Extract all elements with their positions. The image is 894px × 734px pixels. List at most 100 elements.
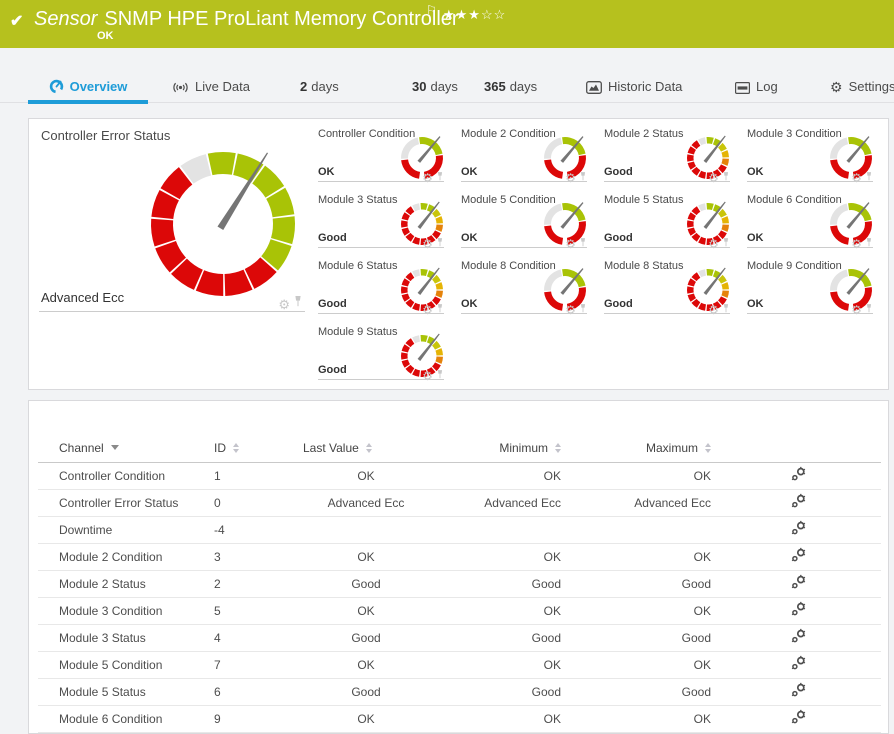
minimum-value: Good (441, 570, 566, 598)
gauge-settings-gear-icon[interactable]: ⚙ (708, 172, 719, 184)
last-value: OK (291, 462, 441, 490)
channel-table-panel: Channel ID Last Value Minimum Maximum Contro… (28, 400, 889, 734)
minimum-value: OK (441, 462, 566, 490)
cell-divider (604, 181, 730, 182)
channel-settings-icon[interactable] (790, 520, 807, 539)
maximum-value: Good (566, 678, 716, 706)
overview-gauges-panel: Controller Error Status Advanced Ecc ⚙ C… (28, 118, 889, 390)
last-value: Good (291, 624, 441, 652)
gauge-value: Good (318, 232, 347, 244)
gauge-module-3-status[interactable]: Module 3 Status Good ⚙ (311, 185, 454, 251)
gauge-settings-gear-icon[interactable]: ⚙ (708, 238, 719, 250)
channel-settings-icon[interactable] (790, 601, 807, 620)
gauge-settings-gear-icon[interactable]: ⚙ (422, 370, 433, 382)
gauge-pin-icon[interactable] (865, 301, 873, 319)
channel-settings-icon[interactable] (790, 628, 807, 647)
column-header-channel[interactable]: Channel (38, 437, 214, 463)
channel-name: Controller Condition (38, 462, 214, 490)
sort-toggle-icon (233, 442, 239, 453)
channel-settings-icon[interactable] (790, 655, 807, 674)
gauge-title: Module 8 Condition (461, 260, 556, 272)
tab-settings[interactable]: ⚙ Settings (830, 48, 894, 103)
gauge-settings-gear-icon[interactable]: ⚙ (708, 304, 719, 316)
gauge-pin-icon[interactable] (436, 367, 444, 385)
gauge-title: Module 3 Condition (747, 128, 842, 140)
column-label: Channel (59, 440, 104, 455)
priority-flag-icon[interactable]: ⚐ (426, 3, 437, 17)
gauge-title: Module 9 Condition (747, 260, 842, 272)
column-label: Maximum (645, 440, 698, 455)
channel-settings-icon[interactable] (790, 466, 807, 485)
gauge-pin-icon[interactable] (579, 301, 587, 319)
channel-name: Controller Error Status (38, 489, 214, 517)
gauge-module-5-status[interactable]: Module 5 Status Good ⚙ (597, 185, 740, 251)
column-label: ID (214, 440, 226, 455)
column-header-maximum[interactable]: Maximum (566, 437, 716, 463)
gauge-needle (417, 201, 440, 229)
last-value: OK (291, 597, 441, 625)
gauge-settings-gear-icon[interactable]: ⚙ (851, 172, 862, 184)
channel-name: Module 2 Status (38, 570, 214, 598)
gauge-module-2-condition[interactable]: Module 2 Condition OK ⚙ (454, 119, 597, 185)
cell-divider (747, 247, 873, 248)
channel-settings-icon[interactable] (790, 574, 807, 593)
table-row-downtime: Downtime -4 (38, 516, 881, 544)
gauge-settings-gear-icon[interactable]: ⚙ (565, 238, 576, 250)
gauge-module-2-status[interactable]: Module 2 Status Good ⚙ (597, 119, 740, 185)
gauge-settings-gear-icon[interactable]: ⚙ (565, 172, 576, 184)
gauge-settings-gear-icon[interactable]: ⚙ (851, 238, 862, 250)
channel-settings-icon[interactable] (790, 709, 807, 728)
gauge-module-6-status[interactable]: Module 6 Status Good ⚙ (311, 251, 454, 317)
last-value: OK (291, 543, 441, 571)
last-value: OK (291, 705, 441, 733)
gauge-controller-error-status[interactable]: Controller Error Status Advanced Ecc ⚙ (29, 119, 311, 313)
gauge-module-9-condition[interactable]: Module 9 Condition OK ⚙ (740, 251, 883, 317)
gauge-needle (703, 135, 726, 163)
channel-settings-icon[interactable] (790, 682, 807, 701)
gauge-needle (417, 267, 440, 295)
gauge-module-8-status[interactable]: Module 8 Status Good ⚙ (597, 251, 740, 317)
gauge-settings-gear-icon[interactable]: ⚙ (565, 304, 576, 316)
column-header-last-value[interactable]: Last Value (291, 437, 441, 463)
tab-30-days[interactable]: 30 days (412, 48, 458, 103)
table-row-module-5-status: Module 5 Status 6 Good Good Good (38, 678, 881, 706)
channel-settings-icon[interactable] (790, 547, 807, 566)
gauge-settings-gear-icon[interactable]: ⚙ (422, 304, 433, 316)
tab-overview[interactable]: Overview (28, 48, 148, 104)
gauge-settings-gear-icon[interactable]: ⚙ (422, 172, 433, 184)
gauge-title: Module 5 Status (604, 194, 684, 206)
channel-id: 3 (214, 543, 291, 571)
gauge-module-8-condition[interactable]: Module 8 Condition OK ⚙ (454, 251, 597, 317)
tab-historic-data[interactable]: Historic Data (586, 48, 682, 103)
cell-divider (318, 313, 444, 314)
gauge-module-6-condition[interactable]: Module 6 Condition OK ⚙ (740, 185, 883, 251)
channel-settings-icon[interactable] (790, 493, 807, 512)
table-row-module-3-status: Module 3 Status 4 Good Good Good (38, 624, 881, 652)
gauge-pin-icon[interactable] (722, 301, 730, 319)
tab-365-days[interactable]: 365 days (484, 48, 537, 103)
tab-log[interactable]: Log (735, 48, 778, 103)
column-header-minimum[interactable]: Minimum (441, 437, 566, 463)
tab-live-data[interactable]: Live Data (172, 48, 250, 103)
channel-name: Module 3 Condition (38, 597, 214, 625)
column-header-id[interactable]: ID (214, 437, 291, 463)
table-row-controller-error-status: Controller Error Status 0 Advanced Ecc Adva… (38, 489, 881, 517)
gauge-module-5-condition[interactable]: Module 5 Condition OK ⚙ (454, 185, 597, 251)
column-label: Last Value (303, 440, 359, 455)
gauge-value: Advanced Ecc (41, 290, 125, 305)
chart-icon (586, 81, 602, 94)
priority-stars[interactable]: ★★★☆☆ (443, 7, 506, 23)
table-row-module-2-condition: Module 2 Condition 3 OK OK OK (38, 543, 881, 571)
sort-desc-icon (110, 445, 119, 450)
cell-divider (604, 247, 730, 248)
last-value: Good (291, 570, 441, 598)
gauge-module-3-condition[interactable]: Module 3 Condition OK ⚙ (740, 119, 883, 185)
gauge-settings-gear-icon[interactable]: ⚙ (851, 304, 862, 316)
gauge-module-9-status[interactable]: Module 9 Status Good ⚙ (311, 317, 454, 383)
minimum-value (441, 516, 566, 544)
tab-2-days[interactable]: 2 days (300, 48, 339, 103)
gauge-needle (846, 136, 870, 163)
gauge-controller-condition[interactable]: Controller Condition OK ⚙ (311, 119, 454, 185)
table-row-module-5-condition: Module 5 Condition 7 OK OK OK (38, 651, 881, 679)
gauge-settings-gear-icon[interactable]: ⚙ (422, 238, 433, 250)
